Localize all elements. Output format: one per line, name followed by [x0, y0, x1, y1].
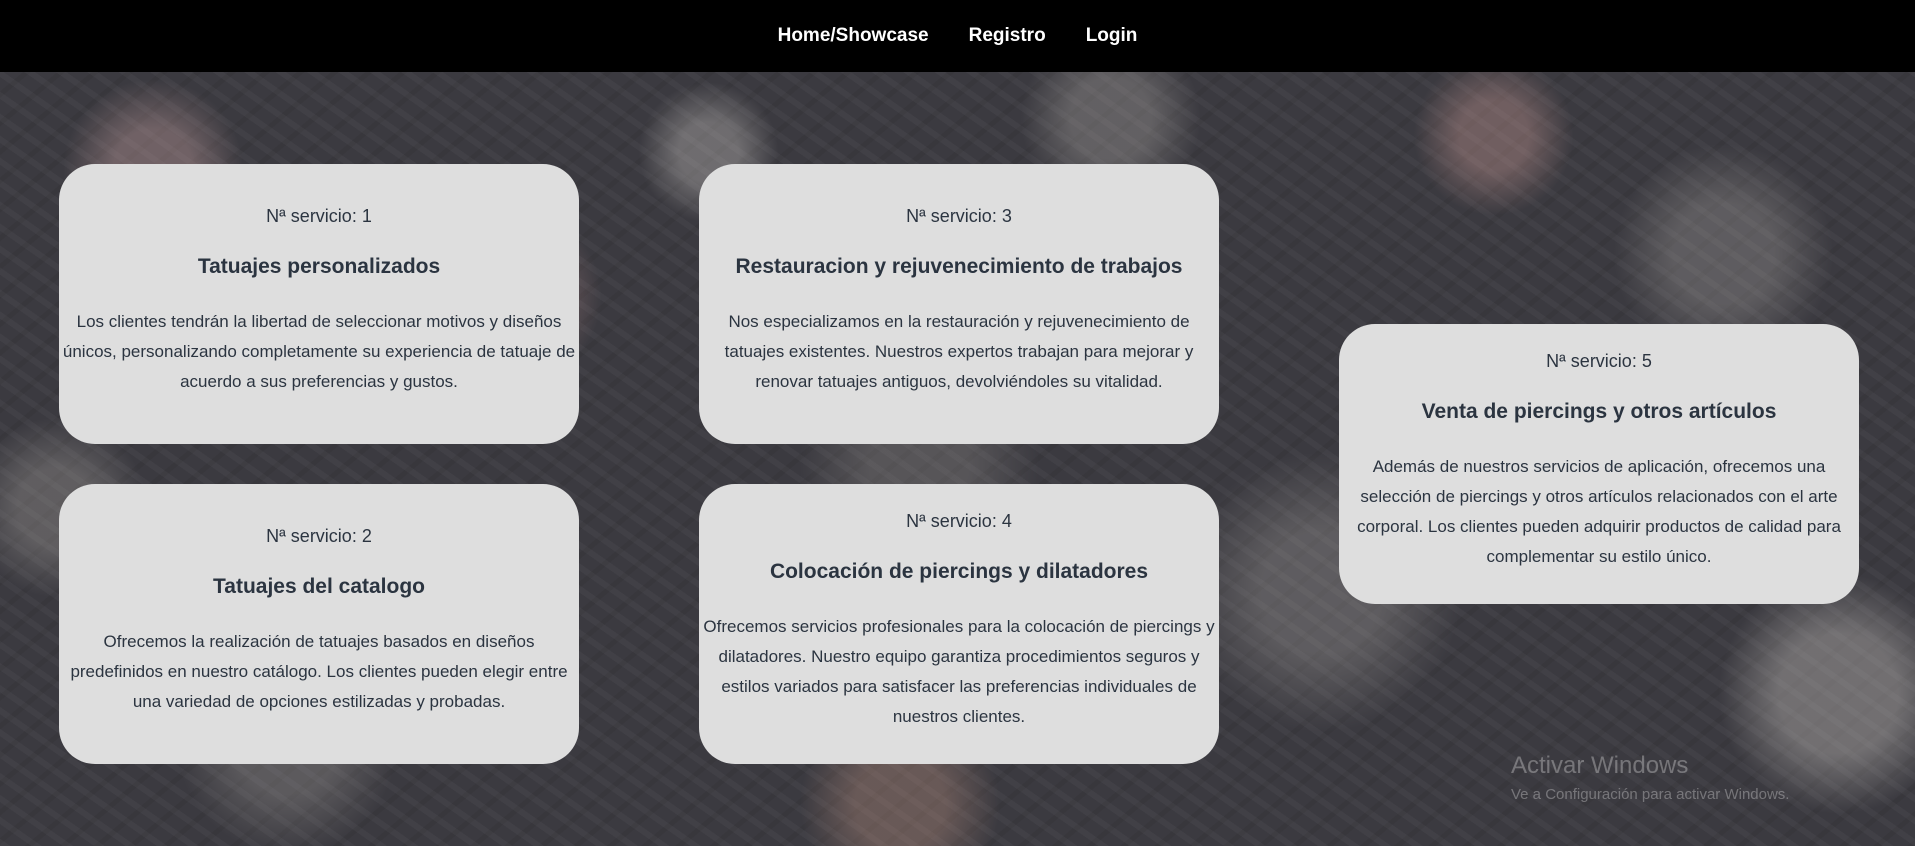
top-navbar: Home/Showcase Registro Login [0, 0, 1915, 72]
service-number: Nª servicio: 4 [906, 511, 1012, 531]
activate-windows-watermark: Activar Windows Ve a Configuración para … [1511, 752, 1789, 803]
service-card-2: Nª servicio: 2 Tatuajes del catalogo Ofr… [59, 484, 579, 764]
service-title: Colocación de piercings y dilatadores [769, 560, 1149, 583]
service-number: Nª servicio: 1 [266, 206, 372, 226]
nav-link-login[interactable]: Login [1086, 25, 1138, 47]
watermark-title: Activar Windows [1511, 752, 1689, 779]
service-description: Ofrecemos servicios profesionales para l… [703, 617, 1215, 726]
watermark-subtitle: Ve a Configuración para activar Windows. [1511, 786, 1790, 803]
service-title: Venta de piercings y otros artículos [1421, 400, 1777, 423]
service-title: Restauracion y rejuvenecimiento de traba… [735, 255, 1183, 278]
service-card-1: Nª servicio: 1 Tatuajes personalizados L… [59, 164, 579, 444]
service-title: Tatuajes del catalogo [213, 575, 425, 598]
service-number: Nª servicio: 5 [1546, 351, 1652, 371]
nav-link-registro[interactable]: Registro [969, 25, 1046, 47]
service-description: Ofrecemos la realización de tatuajes bas… [70, 632, 568, 711]
service-number: Nª servicio: 2 [266, 526, 372, 546]
service-title: Tatuajes personalizados [197, 255, 441, 278]
service-card-5: Nª servicio: 5 Venta de piercings y otro… [1339, 324, 1859, 604]
service-card-3: Nª servicio: 3 Restauracion y rejuveneci… [699, 164, 1219, 444]
service-description: Los clientes tendrán la libertad de sele… [62, 312, 576, 391]
nav-link-home-showcase[interactable]: Home/Showcase [778, 25, 929, 47]
service-card-4: Nª servicio: 4 Colocación de piercings y… [699, 484, 1219, 764]
service-description: Nos especializamos en la restauración y … [724, 312, 1194, 391]
service-description: Además de nuestros servicios de aplicaci… [1357, 457, 1841, 566]
service-number: Nª servicio: 3 [906, 206, 1012, 226]
